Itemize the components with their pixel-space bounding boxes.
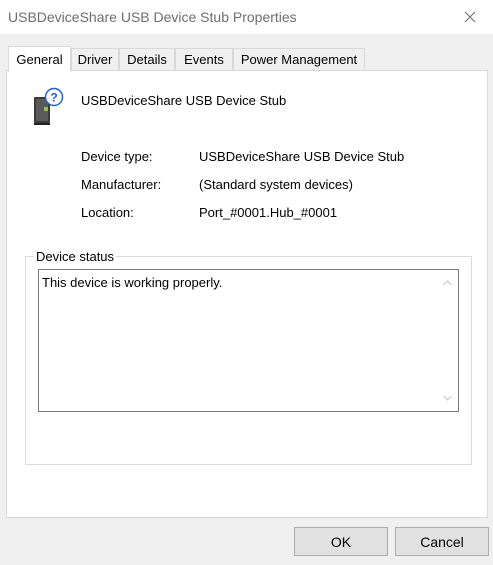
device-type-value: USBDeviceShare USB Device Stub (199, 149, 405, 164)
location-value: Port_#0001.Hub_#0001 (199, 205, 338, 220)
scroll-down-icon[interactable] (442, 393, 452, 403)
ok-button[interactable]: OK (294, 527, 388, 556)
cancel-button[interactable]: Cancel (395, 527, 489, 556)
general-tab-panel: ? USBDeviceShare USB Device Stub Device … (6, 70, 488, 518)
svg-text:?: ? (50, 91, 57, 105)
tab-driver[interactable]: Driver (71, 48, 119, 70)
device-status-textbox[interactable]: This device is working properly. (38, 269, 459, 412)
scroll-up-icon[interactable] (442, 278, 452, 288)
unknown-usb-device-icon: ? (34, 87, 64, 125)
window-title: USBDeviceShare USB Device Stub Propertie… (8, 9, 297, 25)
tab-general[interactable]: General (8, 46, 71, 72)
device-status-label: Device status (34, 249, 117, 264)
location-label: Location: (81, 205, 134, 220)
tab-strip: General Driver Details Events Power Mana… (8, 46, 488, 72)
manufacturer-value: (Standard system devices) (199, 177, 353, 192)
device-status-text: This device is working properly. (42, 275, 223, 290)
close-icon (464, 11, 476, 23)
tab-power-management[interactable]: Power Management (233, 48, 365, 70)
device-status-group: Device status This device is working pro… (25, 249, 472, 465)
manufacturer-label: Manufacturer: (81, 177, 162, 192)
title-bar: USBDeviceShare USB Device Stub Propertie… (0, 0, 493, 34)
device-name: USBDeviceShare USB Device Stub (81, 93, 287, 108)
close-button[interactable] (447, 0, 493, 34)
tab-events[interactable]: Events (175, 48, 233, 70)
tab-details[interactable]: Details (119, 48, 175, 70)
device-type-label: Device type: (81, 149, 153, 164)
